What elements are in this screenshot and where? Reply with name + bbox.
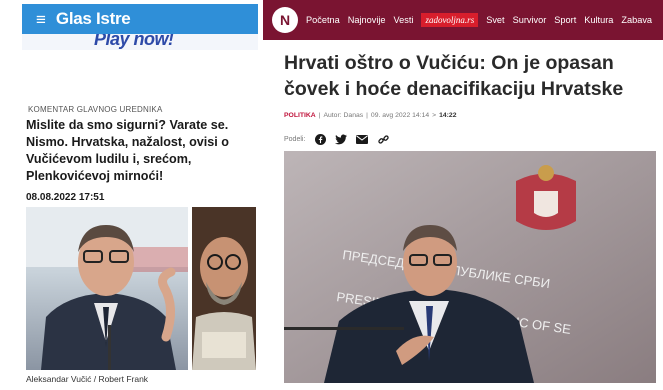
meta-separator: | [366, 112, 368, 119]
article-category[interactable]: POLITIKA [284, 112, 316, 119]
nav-item-survivor[interactable]: Survivor [513, 15, 547, 25]
n1-logo[interactable]: N [272, 7, 298, 33]
article-photo: ПРЕДСЕДНИК РЕПУБЛИКЕ СРБИ PRESIDENT OF T… [284, 151, 656, 383]
nav-item-vesti[interactable]: Vesti [394, 15, 414, 25]
photo-vucic [26, 207, 188, 370]
n1-navbar: N Početna Najnovije Vesti zadovoljna.rs … [263, 0, 663, 40]
meta-separator: > [432, 112, 437, 119]
nav-item-kultura[interactable]: Kultura [584, 15, 613, 25]
glas-istre-header: ≡ Glas Istre [22, 4, 258, 34]
facebook-icon[interactable] [314, 133, 326, 145]
nav-item-najnovije[interactable]: Najnovije [348, 15, 386, 25]
photo-vucic-illustration [26, 207, 188, 370]
glas-istre-logo[interactable]: Glas Istre [56, 9, 131, 29]
screenshot-collage: ≡ Glas Istre Play now! KOMENTAR GLAVNOG … [0, 0, 663, 390]
article-updated-time: 14:22 [439, 112, 457, 119]
nav-item-svet[interactable]: Svet [486, 15, 504, 25]
share-label: Podeli: [284, 135, 306, 143]
ad-banner-text: Play now! [94, 34, 174, 49]
article-title: Hrvati oštro o Vučiću: On je opasan čove… [284, 52, 624, 100]
photo-frank-illustration [192, 207, 256, 370]
photo-robert-frank [192, 207, 256, 370]
article-headline[interactable]: Mislite da smo sigurni? Varate se. Nismo… [26, 117, 254, 185]
article-date: 08.08.2022 17:51 [26, 192, 105, 203]
section-label: KOMENTAR GLAVNOG UREDNIKA [28, 105, 163, 114]
nav-item-zadovoljna[interactable]: zadovoljna.rs [421, 13, 479, 27]
email-icon[interactable] [356, 133, 369, 145]
hamburger-menu-icon[interactable]: ≡ [36, 11, 46, 28]
share-bar: Podeli: [284, 133, 389, 145]
twitter-icon[interactable] [335, 133, 348, 145]
article-meta: POLITIKA | Autor: Danas | 09. avg 2022 1… [284, 112, 457, 119]
meta-separator: | [318, 112, 321, 119]
n1-nav-items: Početna Najnovije Vesti zadovoljna.rs Sv… [306, 13, 660, 27]
glas-istre-panel: ≡ Glas Istre Play now! KOMENTAR GLAVNOG … [0, 0, 262, 390]
link-icon[interactable] [377, 133, 389, 145]
photo-caption: Aleksandar Vučić / Robert Frank [26, 374, 149, 384]
nav-item-sport[interactable]: Sport [554, 15, 576, 25]
article-date: 09. avg 2022 14:14 [370, 112, 430, 119]
nav-item-pocetna[interactable]: Početna [306, 15, 340, 25]
article-photo-illustration: ПРЕДСЕДНИК РЕПУБЛИКЕ СРБИ PRESIDENT OF T… [284, 151, 656, 383]
ad-banner[interactable]: Play now! [22, 34, 258, 50]
nav-item-zabava[interactable]: Zabava [621, 15, 652, 25]
article-author: Autor: Danas [323, 112, 364, 119]
n1-panel: N Početna Najnovije Vesti zadovoljna.rs … [263, 0, 663, 390]
